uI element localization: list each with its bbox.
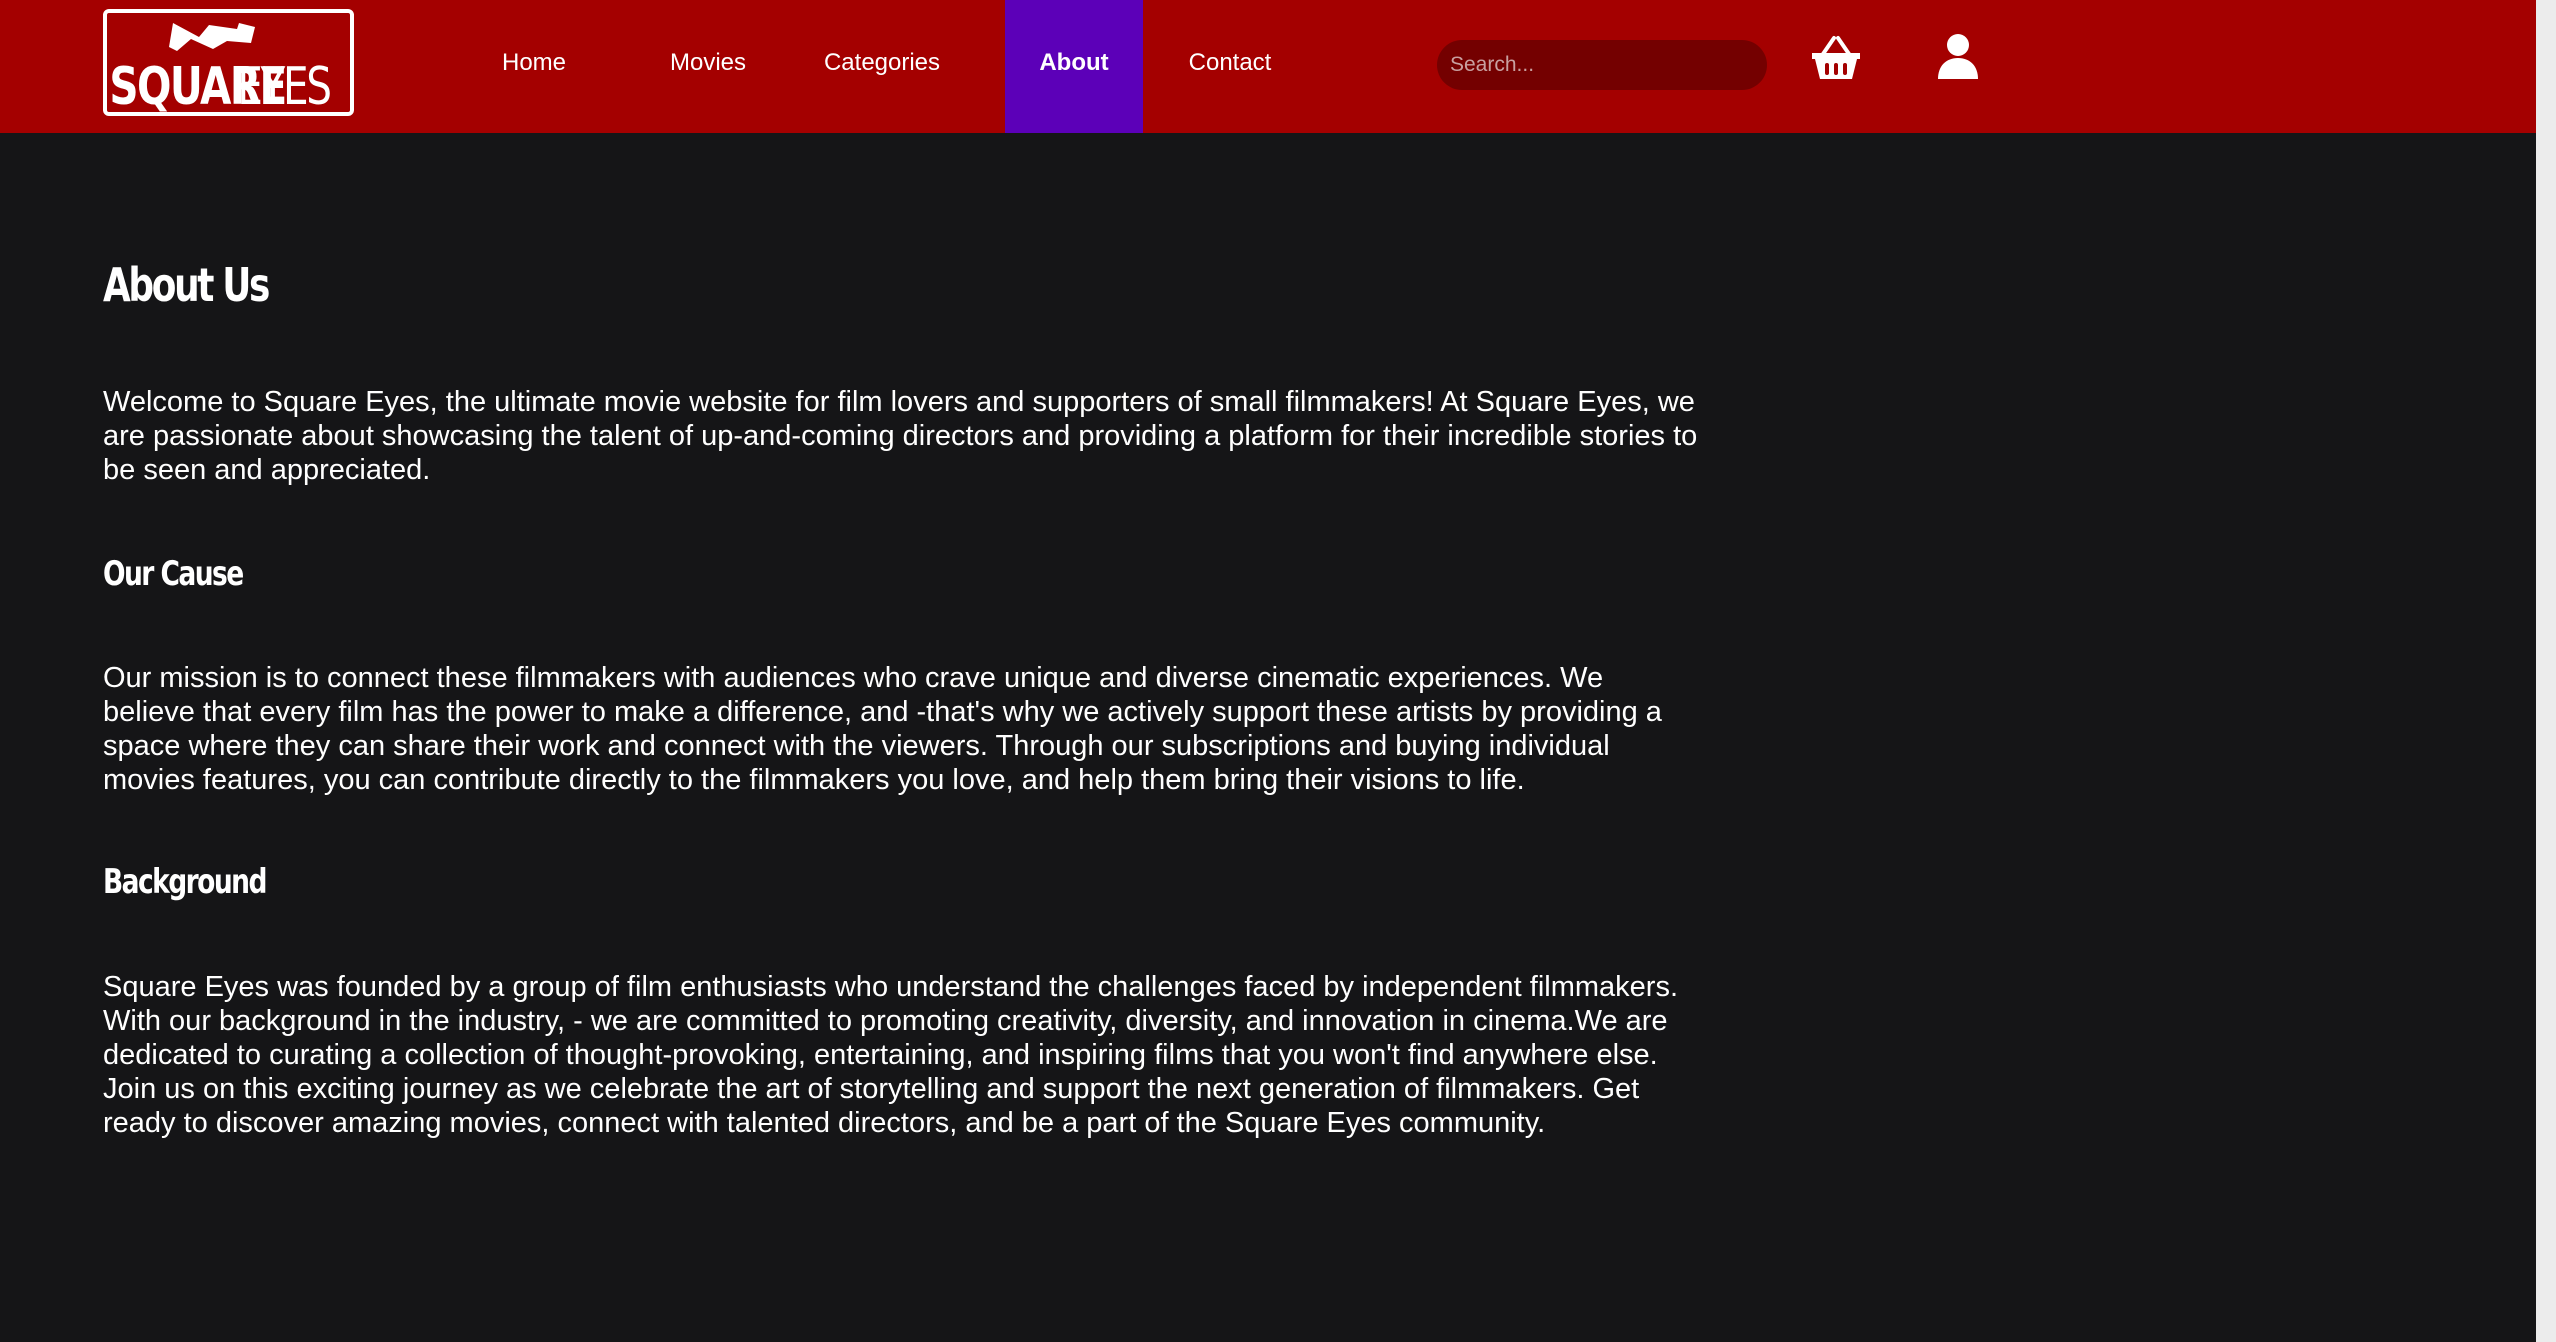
nav-movies[interactable]: Movies	[650, 0, 766, 133]
page-title: About Us	[103, 258, 270, 312]
square-eyes-logo[interactable]: SQUARE EYES	[103, 9, 354, 116]
section-heading-background: Background	[103, 862, 267, 902]
intro-paragraph: Welcome to Square Eyes, the ultimate mov…	[103, 386, 1698, 486]
site-header: SQUARE EYES Home Movies Categories About…	[0, 0, 2536, 133]
nav-categories[interactable]: Categories	[808, 0, 956, 133]
basket-icon[interactable]	[1810, 34, 1862, 82]
svg-text:EYES: EYES	[237, 56, 329, 112]
section-body-background: Square Eyes was founded by a group of fi…	[103, 971, 1679, 1139]
nav-about[interactable]: About	[1005, 0, 1143, 133]
section-heading-our-cause: Our Cause	[103, 554, 244, 594]
nav-contact[interactable]: Contact	[1170, 0, 1290, 133]
section-body-our-cause: Our mission is to connect these filmmake…	[103, 662, 1662, 796]
search-input[interactable]	[1437, 40, 1767, 90]
nav-home[interactable]: Home	[476, 0, 592, 133]
scrollbar-thumb[interactable]	[2540, 2, 2552, 882]
vertical-scrollbar[interactable]	[2536, 0, 2556, 1342]
logo-graphic: SQUARE EYES	[109, 23, 332, 112]
user-icon[interactable]	[1936, 33, 1980, 81]
